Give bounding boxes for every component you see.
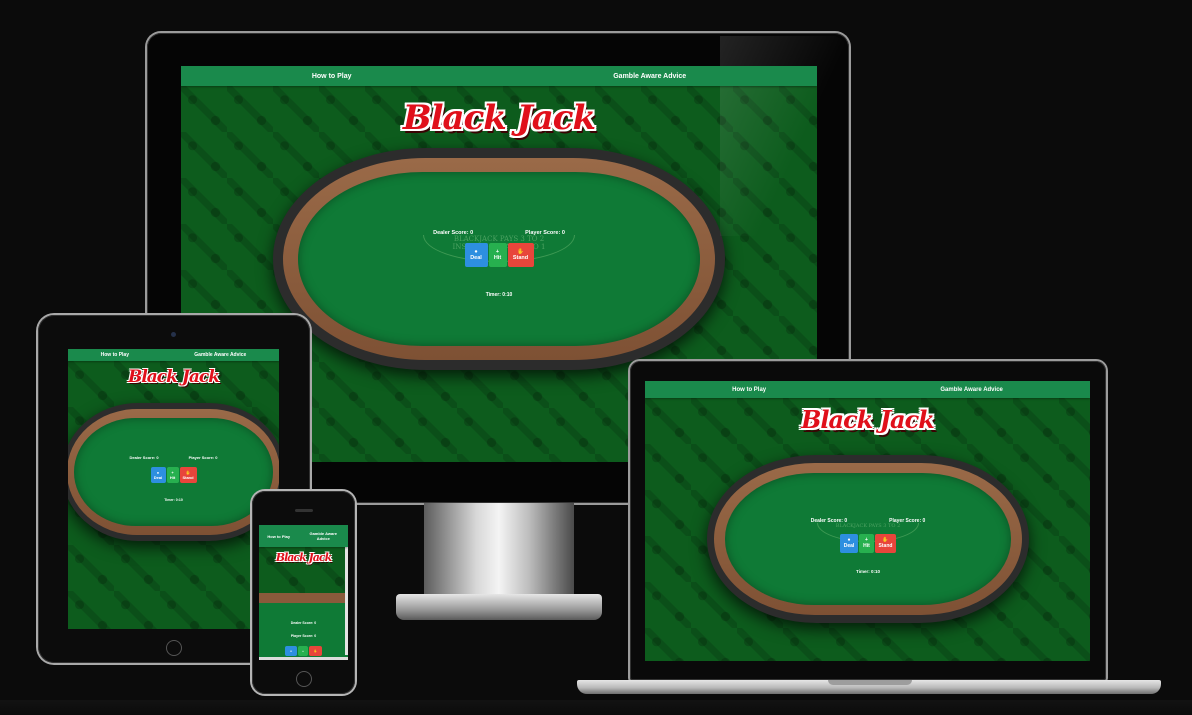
stand-button[interactable]: ✋ Stand	[179, 466, 197, 483]
horizontal-scrollbar[interactable]	[259, 657, 348, 660]
stand-button[interactable]: ✋ Stand	[875, 533, 896, 553]
dealer-score: Dealer Score: 0	[433, 229, 474, 236]
dealer-score: Dealer Score: 0	[290, 621, 317, 625]
navbar: How to Play Gamble Aware Advice	[259, 525, 348, 547]
blackjack-table: BLACKJACK PAYS 3 TO 2 INSURANCE PAYS 2 T…	[273, 148, 725, 370]
action-buttons: ● + ✋	[259, 646, 348, 656]
scores: Dealer Score: 0 Player Score: 0	[725, 518, 1012, 524]
laptop-notch	[828, 680, 912, 685]
nav-how-to-play[interactable]: How to Play	[312, 73, 352, 80]
phone-speaker	[295, 509, 313, 512]
monitor-stand-neck	[424, 503, 574, 598]
floor-reflection	[0, 700, 1192, 715]
nav-gamble-aware[interactable]: Gamble Aware Advice	[613, 73, 686, 80]
table-felt: BLACKJACK PAYS 3 TO 2 INSURANCE PAYS 2 T…	[297, 172, 701, 346]
player-score: Player Score: 0	[290, 634, 317, 638]
logo: Black Jack	[127, 367, 220, 387]
logo: Black Jack	[801, 405, 935, 434]
player-score: Player Score: 0	[525, 229, 565, 236]
mockup-stage: How to Play Gamble Aware Advice Black Ja…	[0, 0, 1192, 715]
dealer-score: Dealer Score: 0	[129, 454, 159, 460]
hand-icon: ✋	[313, 649, 318, 653]
stand-button[interactable]: ✋	[309, 646, 322, 656]
plus-icon: +	[302, 649, 304, 653]
nav-how-to-play[interactable]: How to Play	[101, 352, 129, 358]
nav-gamble-aware[interactable]: Gamble Aware Advice	[194, 352, 246, 358]
tablet-screen: How to Play Gamble Aware Advice Black Ja…	[68, 349, 279, 629]
table-felt: BLACKJACK PAYS 3 TO 2 Dealer Score: 0 Pl…	[724, 473, 1012, 605]
nav-how-to-play[interactable]: How to Play	[732, 387, 766, 393]
player-score: Player Score: 0	[188, 454, 218, 460]
hit-button[interactable]: + Hit	[488, 243, 507, 268]
action-buttons: ● Deal + Hit ✋ Stand	[725, 533, 1012, 553]
timer: Timer: 0:10	[164, 497, 183, 502]
action-buttons: ● Deal + Hit ✋ Stand	[298, 243, 700, 268]
scores: Dealer Score: 0 Player Score: 0	[74, 455, 273, 460]
scores: Dealer Score: 0 Player Score: 0	[298, 230, 700, 236]
timer: Timer: 0:10	[485, 291, 513, 298]
deal-button[interactable]: ● Deal	[840, 533, 858, 553]
logo: Black Jack	[402, 98, 596, 138]
tablet-home-button	[166, 640, 182, 656]
timer: Timer: 0:10	[856, 569, 880, 575]
logo: Black Jack	[275, 551, 332, 564]
deal-button[interactable]: ●	[285, 646, 297, 656]
dealer-score: Dealer Score: 0	[810, 518, 848, 525]
hit-button[interactable]: +	[298, 646, 308, 656]
laptop-screen: How to Play Gamble Aware Advice Black Ja…	[645, 381, 1090, 661]
nav-gamble-aware[interactable]: Gamble Aware Advice	[303, 531, 343, 541]
action-buttons: ● Deal + Hit ✋ Stand	[74, 466, 273, 483]
hit-button[interactable]: + Hit	[859, 533, 874, 553]
navbar: How to Play Gamble Aware Advice	[68, 349, 279, 361]
phone-home-button	[296, 671, 312, 687]
navbar: How to Play Gamble Aware Advice	[645, 381, 1090, 398]
player-score: Player Score: 0	[889, 518, 926, 525]
blackjack-table: BLACKJACK PAYS 3 TO 2 Dealer Score: 0 Pl…	[707, 455, 1029, 623]
deal-button[interactable]: ● Deal	[464, 243, 488, 268]
user-icon: ●	[290, 649, 292, 653]
table-felt: Dealer Score: 0 Player Score: 0 ● Deal +…	[74, 418, 273, 526]
hit-button[interactable]: + Hit	[166, 466, 179, 483]
nav-gamble-aware[interactable]: Gamble Aware Advice	[940, 387, 1002, 393]
blackjack-table: Dealer Score: 0 Player Score: 0 ● Deal +…	[68, 403, 279, 541]
navbar: How to Play Gamble Aware Advice	[181, 66, 817, 86]
deal-button[interactable]: ● Deal	[150, 466, 166, 483]
tablet-camera	[171, 332, 176, 337]
monitor-stand-foot	[396, 594, 602, 620]
nav-how-to-play[interactable]: How to Play	[264, 534, 294, 539]
phone-screen: How to Play Gamble Aware Advice Black Ja…	[259, 525, 348, 660]
stand-button[interactable]: ✋ Stand	[507, 243, 534, 268]
table-rail	[259, 593, 348, 603]
